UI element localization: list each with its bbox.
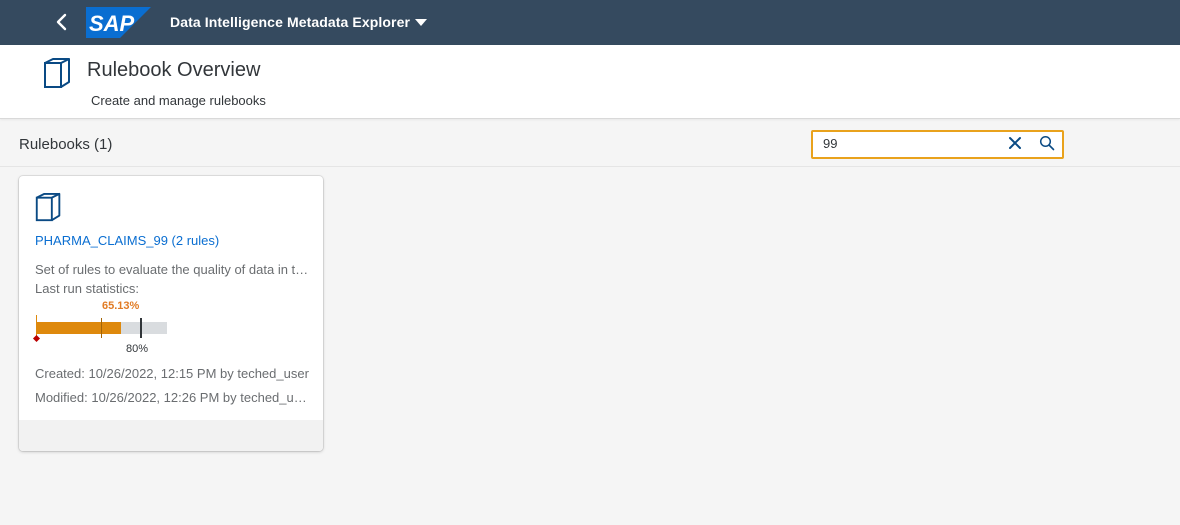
- rulebooks-toolbar: Rulebooks (1): [0, 120, 1180, 167]
- page-subtitle: Create and manage rulebooks: [91, 93, 266, 108]
- rulebook-card[interactable]: PHARMA_CLAIMS_99 (2 rules) Set of rules …: [19, 176, 323, 451]
- score-value-label: 65.13%: [102, 300, 140, 312]
- page-title: Rulebook Overview: [87, 59, 261, 81]
- rulebook-modified: Modified: 10/26/2022, 12:26 PM by teched…: [35, 390, 311, 405]
- shell-bar: SAP Data Intelligence Metadata Explorer: [0, 0, 1180, 45]
- search-icon[interactable]: [1039, 135, 1055, 151]
- search-input[interactable]: [823, 134, 993, 152]
- rulebook-title-link[interactable]: PHARMA_CLAIMS_99 (2 rules): [35, 233, 219, 248]
- rulebook-icon: [33, 192, 65, 224]
- card-footer: [19, 420, 323, 451]
- app-title[interactable]: Data Intelligence Metadata Explorer: [170, 14, 410, 30]
- score-target-label: 80%: [126, 343, 149, 355]
- search-field[interactable]: [811, 130, 1064, 159]
- quality-score-bullet-chart: 65.13% 80%: [32, 298, 175, 358]
- page-header: Rulebook Overview Create and manage rule…: [0, 45, 1180, 119]
- last-run-stats-label: Last run statistics:: [35, 281, 140, 296]
- rulebook-description: Set of rules to evaluate the quality of …: [35, 262, 311, 277]
- score-origin-marker: [32, 334, 41, 343]
- rulebook-created: Created: 10/26/2022, 12:15 PM by teched_…: [35, 366, 309, 381]
- back-icon[interactable]: [50, 10, 74, 34]
- score-forecast-tick: [101, 318, 102, 338]
- clear-icon[interactable]: [1007, 135, 1023, 151]
- score-target-marker: [140, 318, 142, 338]
- sap-logo: SAP: [86, 7, 151, 38]
- score-bar: [36, 322, 121, 334]
- app-menu-caret-icon[interactable]: [415, 19, 427, 26]
- rulebooks-count: Rulebooks (1): [19, 136, 113, 153]
- rulebook-icon: [41, 57, 75, 91]
- svg-text:SAP: SAP: [89, 11, 135, 36]
